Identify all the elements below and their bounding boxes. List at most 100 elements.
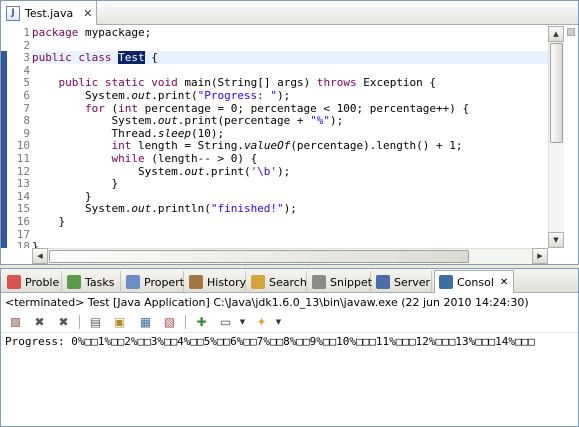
history-icon (189, 275, 203, 289)
lock-icon: ▣ (113, 315, 126, 329)
remove-launch-button[interactable]: ✖ (31, 314, 48, 330)
tab-label: Consol (457, 275, 494, 289)
line-number: 9 (23, 126, 30, 140)
code-line: System.out.print(percentage + "%"); (111, 114, 344, 128)
display-console-icon: ▭ (219, 315, 232, 329)
show-on-stdout-button[interactable]: ▦ (137, 314, 154, 330)
scroll-down-icon[interactable]: ▼ (548, 232, 564, 248)
code-line: System.out.println("finished!"); (84, 202, 297, 216)
pin-console-button[interactable]: ✚ (193, 314, 210, 330)
console-pane: Proble Tasks Propert History Search Snip… (0, 268, 579, 427)
line-number: 18 (16, 240, 30, 248)
line-number: 12 (16, 164, 30, 178)
scrollbar-thumb[interactable] (550, 43, 563, 143)
search-icon (251, 275, 265, 289)
tab-label: Propert (144, 275, 185, 289)
line-number: 1 (23, 26, 30, 39)
code-line: public static void main(String[] args) t… (58, 76, 437, 90)
tab-tasks[interactable]: Tasks (63, 271, 121, 293)
clear-console-button[interactable]: ▤ (87, 314, 104, 330)
clear-icon: ▤ (89, 315, 102, 329)
line-number: 6 (23, 88, 30, 102)
code-area[interactable]: 1 2 3 4 5 6 7 8 9 10 11 12 13 14 15 16 17 18 package mypa… (1, 26, 548, 248)
tab-servers[interactable]: Server (372, 271, 432, 293)
problems-icon (7, 275, 21, 289)
console-icon (439, 275, 453, 289)
scroll-up-icon[interactable]: ▲ (548, 26, 564, 42)
remove-icon: ✖ (34, 315, 45, 329)
editor-pane: J Test.java ✕ 1 2 3 4 5 6 7 8 9 10 11 12 13 14 15 16 17 1… (0, 0, 579, 265)
line-number: 13 (16, 177, 30, 191)
display-console-button[interactable]: ▭ (217, 314, 234, 330)
show-on-stderr-button[interactable]: ▧ (161, 314, 178, 330)
remove-all-icon: ✖ (58, 315, 69, 329)
tab-problems[interactable]: Proble (3, 271, 62, 293)
close-icon[interactable]: ✕ (500, 277, 508, 288)
open-console-button[interactable]: ✦ (253, 314, 270, 330)
open-console-dropdown[interactable]: ▼ (270, 314, 287, 330)
tasks-icon (67, 275, 81, 289)
editor-tab-test-java[interactable]: J Test.java ✕ (1, 1, 97, 25)
console-output-text: Progress: 0%□□1%□□2%□□3%□□4%□□5%□□6%□□7%… (5, 335, 535, 348)
server-icon (376, 275, 390, 289)
tab-label: Snippet (330, 275, 373, 289)
console-toolbar: ✖ ✖ ▤ ▣ ▦ ▧ ✚ ▭ ▼ ✦ ▼ (1, 312, 578, 332)
scrollbar-thumb[interactable] (49, 250, 469, 263)
line-number: 17 (16, 227, 30, 241)
tab-snippets[interactable]: Snippet (308, 271, 373, 293)
overview-ruler (564, 26, 578, 264)
line-number: 14 (16, 189, 30, 203)
editor-vertical-scrollbar[interactable]: ▲ ▼ (548, 26, 564, 248)
tab-search[interactable]: Search (247, 271, 307, 293)
line-number: 7 (23, 101, 30, 115)
line-number: 15 (16, 202, 30, 216)
code-line: int length = String.valueOf(percentage).… (111, 139, 463, 153)
pin-icon: ✚ (196, 315, 207, 329)
console-process-label: <terminated> Test [Java Application] C:\… (5, 296, 529, 309)
code-line: for (int percentage = 0; percentage < 10… (84, 101, 470, 115)
tab-label: Search (269, 275, 307, 289)
chevron-down-icon: ▼ (239, 318, 246, 326)
terminate-button[interactable] (7, 314, 24, 330)
toolbar-separator (185, 315, 186, 329)
display-console-dropdown[interactable]: ▼ (234, 314, 251, 330)
line-number: 4 (23, 63, 30, 77)
view-tab-bar: Proble Tasks Propert History Search Snip… (1, 269, 578, 293)
stop-icon (11, 317, 20, 327)
code-line: } (84, 189, 92, 203)
toolbar-separator (79, 315, 80, 329)
code-line: } (32, 240, 39, 248)
tab-console[interactable]: Consol ✕ (434, 270, 514, 293)
tab-history[interactable]: History (185, 271, 246, 293)
code-line: System.out.print("Progress: "); (84, 88, 291, 102)
code-text[interactable]: package mypackage; public class Test { p… (32, 26, 548, 248)
console-stderr-icon: ▧ (163, 315, 176, 329)
snippet-icon (312, 275, 326, 289)
console-output-area[interactable]: Progress: 0%□□1%□□2%□□3%□□4%□□5%□□6%□□7%… (1, 332, 578, 426)
scroll-right-icon[interactable]: ▶ (532, 248, 548, 264)
scroll-left-icon[interactable]: ◀ (32, 248, 48, 264)
properties-icon (126, 275, 140, 289)
tab-label: History (207, 275, 247, 289)
scroll-lock-button[interactable]: ▣ (111, 314, 128, 330)
line-number: 8 (23, 114, 30, 128)
line-number: 2 (23, 38, 30, 52)
code-line: } (58, 214, 66, 228)
editor-tab-bar: J Test.java ✕ (1, 1, 578, 25)
code-line: package mypackage; (32, 26, 152, 39)
tab-properties[interactable]: Propert (122, 271, 184, 293)
selected-text: Test (118, 51, 145, 65)
tab-label: Server (394, 275, 431, 289)
remove-all-terminated-button[interactable]: ✖ (55, 314, 72, 330)
no-problems-icon (567, 28, 575, 36)
line-number: 10 (16, 139, 30, 153)
line-number: 3 (23, 51, 30, 65)
tab-label: Tasks (85, 275, 115, 289)
close-icon[interactable]: ✕ (83, 7, 92, 20)
new-console-icon: ✦ (256, 315, 267, 329)
editor-horizontal-scrollbar[interactable]: ◀ ▶ (32, 248, 548, 264)
line-number: 11 (16, 151, 30, 165)
line-number: 5 (23, 76, 30, 90)
